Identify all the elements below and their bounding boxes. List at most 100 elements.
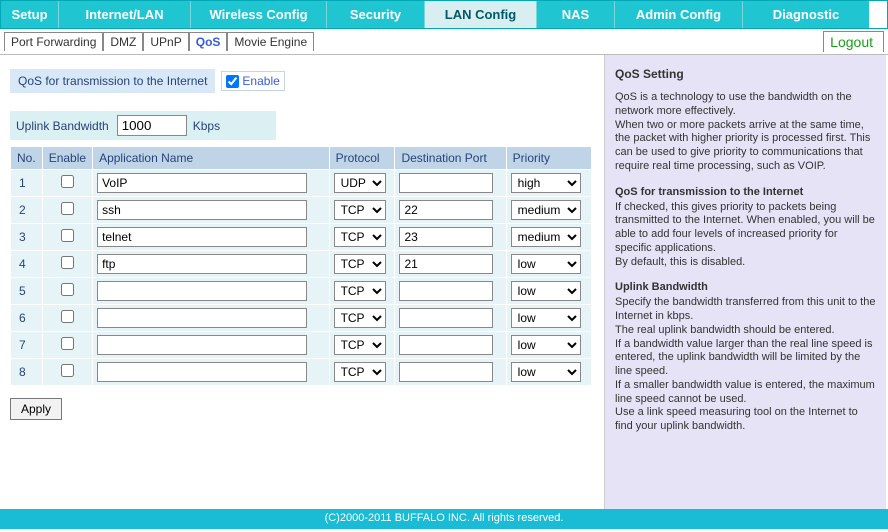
tab-nas[interactable]: NAS — [537, 1, 615, 28]
uplink-unit: Kbps — [193, 119, 220, 133]
row-no: 8 — [11, 359, 43, 386]
row-enable-checkbox[interactable] — [61, 256, 74, 269]
port-input[interactable] — [399, 200, 493, 220]
tab-admin-config[interactable]: Admin Config — [615, 1, 743, 28]
app-name-input[interactable] — [97, 308, 307, 328]
apply-button[interactable]: Apply — [10, 398, 62, 420]
protocol-select[interactable]: TCPUDP — [334, 254, 386, 274]
port-input[interactable] — [399, 254, 493, 274]
app-name-input[interactable] — [97, 335, 307, 355]
subtab-qos[interactable]: QoS — [189, 32, 228, 51]
row-no: 5 — [11, 278, 43, 305]
help-intro1: QoS is a technology to use the bandwidth… — [615, 91, 876, 119]
subtab-movie-engine[interactable]: Movie Engine — [227, 32, 314, 51]
tab-setup[interactable]: Setup — [1, 1, 59, 28]
help-p1: If checked, this gives priority to packe… — [615, 201, 876, 256]
subtab-upnp[interactable]: UPnP — [143, 32, 188, 51]
logout-link[interactable]: Logout — [823, 31, 884, 52]
qos-enable-box[interactable]: Enable — [221, 71, 284, 91]
col-proto: Protocol — [329, 147, 395, 170]
port-input[interactable] — [399, 362, 493, 382]
tab-diagnostic[interactable]: Diagnostic — [743, 1, 869, 28]
protocol-select[interactable]: TCPUDP — [334, 362, 386, 382]
protocol-select[interactable]: TCPUDP — [334, 308, 386, 328]
priority-select[interactable]: highmediumlow — [511, 173, 581, 193]
table-row: 1TCPUDPhighmediumlow — [11, 170, 592, 197]
subtab-port-forwarding[interactable]: Port Forwarding — [4, 32, 103, 51]
help-h1: QoS for transmission to the Internet — [615, 186, 876, 198]
help-panel: QoS Setting QoS is a technology to use t… — [604, 55, 886, 509]
priority-select[interactable]: highmediumlow — [511, 335, 581, 355]
col-no: No. — [11, 147, 43, 170]
footer: (C)2000-2011 BUFFALO INC. All rights res… — [0, 509, 888, 529]
col-enable: Enable — [42, 147, 92, 170]
row-enable-checkbox[interactable] — [61, 229, 74, 242]
help-p2: Specify the bandwidth transferred from t… — [615, 296, 876, 324]
tab-lan-config[interactable]: LAN Config — [425, 1, 537, 28]
main-nav: Setup Internet/LAN Wireless Config Secur… — [0, 0, 888, 29]
port-input[interactable] — [399, 227, 493, 247]
table-row: 8 TCPUDP highmediumlow — [11, 359, 592, 386]
help-title: QoS Setting — [615, 67, 876, 81]
col-prio: Priority — [506, 147, 591, 170]
port-input[interactable] — [399, 335, 493, 355]
content-area: QoS for transmission to the Internet Ena… — [0, 55, 888, 509]
qos-enable-row: QoS for transmission to the Internet Ena… — [10, 69, 594, 93]
priority-select[interactable]: highmediumlow — [511, 308, 581, 328]
row-enable-checkbox[interactable] — [61, 175, 74, 188]
table-row: 4 TCPUDP highmediumlow — [11, 251, 592, 278]
tab-wireless-config[interactable]: Wireless Config — [191, 1, 327, 28]
priority-select[interactable]: highmediumlow — [511, 281, 581, 301]
protocol-select[interactable]: TCPUDP — [334, 281, 386, 301]
tab-security[interactable]: Security — [327, 1, 425, 28]
qos-table: No. Enable Application Name Protocol Des… — [10, 146, 592, 386]
priority-select[interactable]: highmediumlow — [511, 200, 581, 220]
qos-enable-text: Enable — [242, 74, 279, 88]
qos-section-label: QoS for transmission to the Internet — [10, 69, 215, 93]
uplink-input[interactable] — [117, 115, 187, 136]
row-enable-checkbox[interactable] — [61, 364, 74, 377]
help-p2e: Use a link speed measuring tool on the I… — [615, 406, 876, 434]
row-enable-checkbox[interactable] — [61, 202, 74, 215]
priority-select[interactable]: highmediumlow — [511, 362, 581, 382]
help-p2d: If a smaller bandwidth value is entered,… — [615, 379, 876, 407]
port-input[interactable] — [399, 173, 493, 193]
table-row: 3TCPUDPhighmediumlow — [11, 224, 592, 251]
app-name-input[interactable] — [97, 254, 307, 274]
table-row: 2 TCPUDP highmediumlow — [11, 197, 592, 224]
subtab-dmz[interactable]: DMZ — [103, 32, 143, 51]
port-input[interactable] — [399, 308, 493, 328]
col-app: Application Name — [93, 147, 330, 170]
uplink-label: Uplink Bandwidth — [16, 119, 109, 133]
app-name-input[interactable] — [97, 281, 307, 301]
priority-select[interactable]: highmediumlow — [511, 254, 581, 274]
protocol-select[interactable]: TCPUDP — [334, 173, 386, 193]
app-name-input[interactable] — [97, 362, 307, 382]
table-row: 6TCPUDPhighmediumlow — [11, 305, 592, 332]
qos-enable-checkbox[interactable] — [226, 75, 239, 88]
help-p1b: By default, this is disabled. — [615, 256, 876, 270]
protocol-select[interactable]: TCPUDP — [334, 227, 386, 247]
protocol-select[interactable]: TCPUDP — [334, 335, 386, 355]
row-enable-checkbox[interactable] — [61, 337, 74, 350]
help-p2c: If a bandwidth value larger than the rea… — [615, 338, 876, 379]
col-port: Destination Port — [395, 147, 506, 170]
help-p2b: The real uplink bandwidth should be ente… — [615, 324, 876, 338]
port-input[interactable] — [399, 281, 493, 301]
table-row: 7 TCPUDP highmediumlow — [11, 332, 592, 359]
priority-select[interactable]: highmediumlow — [511, 227, 581, 247]
row-no: 2 — [11, 197, 43, 224]
uplink-bandwidth-row: Uplink Bandwidth Kbps — [10, 111, 276, 140]
table-row: 5 TCPUDP highmediumlow — [11, 278, 592, 305]
row-no: 7 — [11, 332, 43, 359]
help-intro2: When two or more packets arrive at the s… — [615, 119, 876, 174]
row-enable-checkbox[interactable] — [61, 283, 74, 296]
row-no: 4 — [11, 251, 43, 278]
app-name-input[interactable] — [97, 200, 307, 220]
protocol-select[interactable]: TCPUDP — [334, 200, 386, 220]
sub-nav: Port Forwarding DMZ UPnP QoS Movie Engin… — [0, 29, 888, 55]
row-enable-checkbox[interactable] — [61, 310, 74, 323]
app-name-input[interactable] — [97, 173, 307, 193]
tab-internet-lan[interactable]: Internet/LAN — [59, 1, 191, 28]
app-name-input[interactable] — [97, 227, 307, 247]
